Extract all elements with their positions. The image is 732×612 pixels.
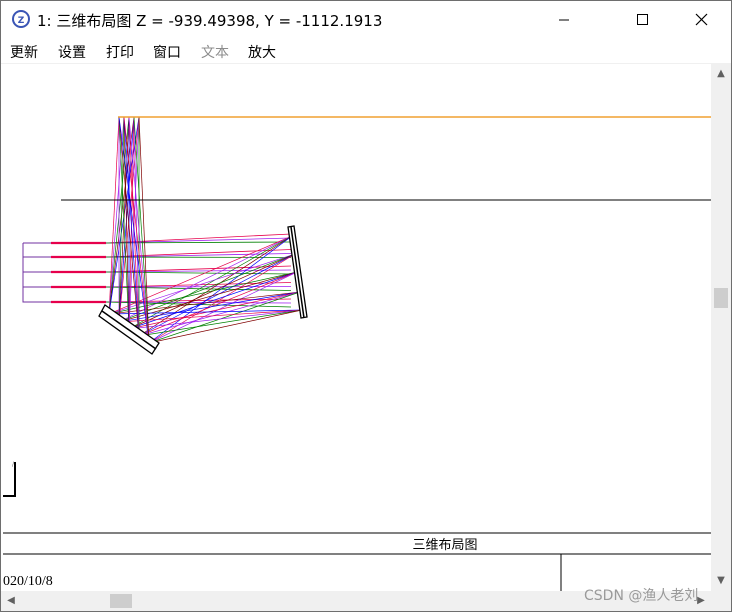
scroll-down-icon[interactable]: ▼ xyxy=(711,571,731,591)
minimize-icon xyxy=(559,19,569,21)
ray-segment xyxy=(148,253,296,344)
plot-title: 三维布局图 xyxy=(412,538,478,553)
menu-text: 文本 xyxy=(201,45,229,61)
scrollbar-corner xyxy=(711,591,731,611)
minimize-button[interactable] xyxy=(541,1,587,37)
plot-date: 020/10/8 xyxy=(3,574,53,589)
menu-bar: 更新 设置 打印 窗口 文本 放大 xyxy=(1,38,731,64)
ray-segment xyxy=(108,116,120,315)
close-button[interactable] xyxy=(679,1,725,37)
menu-settings[interactable]: 设置 xyxy=(58,42,86,62)
window-title: 1: 三维布局图 Z = -939.49398, Y = -1112.1913 xyxy=(37,12,383,30)
app-window: Z 1: 三维布局图 Z = -939.49398, Y = -1112.191… xyxy=(0,0,732,612)
zemax-app-icon: Z xyxy=(12,10,30,28)
scroll-up-icon[interactable]: ▲ xyxy=(711,64,731,84)
maximize-icon xyxy=(637,14,648,25)
ray-segment xyxy=(138,271,298,337)
watermark: CSDN @渔人老刘 xyxy=(584,588,699,604)
menu-window[interactable]: 窗口 xyxy=(153,42,181,62)
ray-fan xyxy=(23,116,303,344)
layout-plot-canvas[interactable]: / 三维布局图 020/10/8 xyxy=(1,64,711,591)
menu-print[interactable]: 打印 xyxy=(106,42,134,62)
vertical-scroll-thumb[interactable] xyxy=(714,288,728,308)
ray-segment xyxy=(105,286,292,291)
ray-segment xyxy=(138,116,150,344)
scroll-left-icon[interactable]: ◀ xyxy=(1,591,21,611)
menu-zoom[interactable]: 放大 xyxy=(248,42,276,62)
layout-drawing: / xyxy=(3,116,711,591)
svg-text:Z: Z xyxy=(18,16,25,26)
ray-segment xyxy=(128,253,296,330)
primary-mirror xyxy=(287,225,308,319)
close-icon xyxy=(695,13,708,26)
menu-update[interactable]: 更新 xyxy=(10,42,38,62)
ray-segment xyxy=(105,286,292,288)
horizontal-scroll-thumb[interactable] xyxy=(110,594,132,608)
maximize-button[interactable] xyxy=(619,1,665,37)
ray-segment xyxy=(128,235,293,330)
vertical-scrollbar[interactable]: ▲ ▼ xyxy=(711,64,731,591)
title-bar[interactable]: Z 1: 三维布局图 Z = -939.49398, Y = -1112.191… xyxy=(1,1,731,37)
